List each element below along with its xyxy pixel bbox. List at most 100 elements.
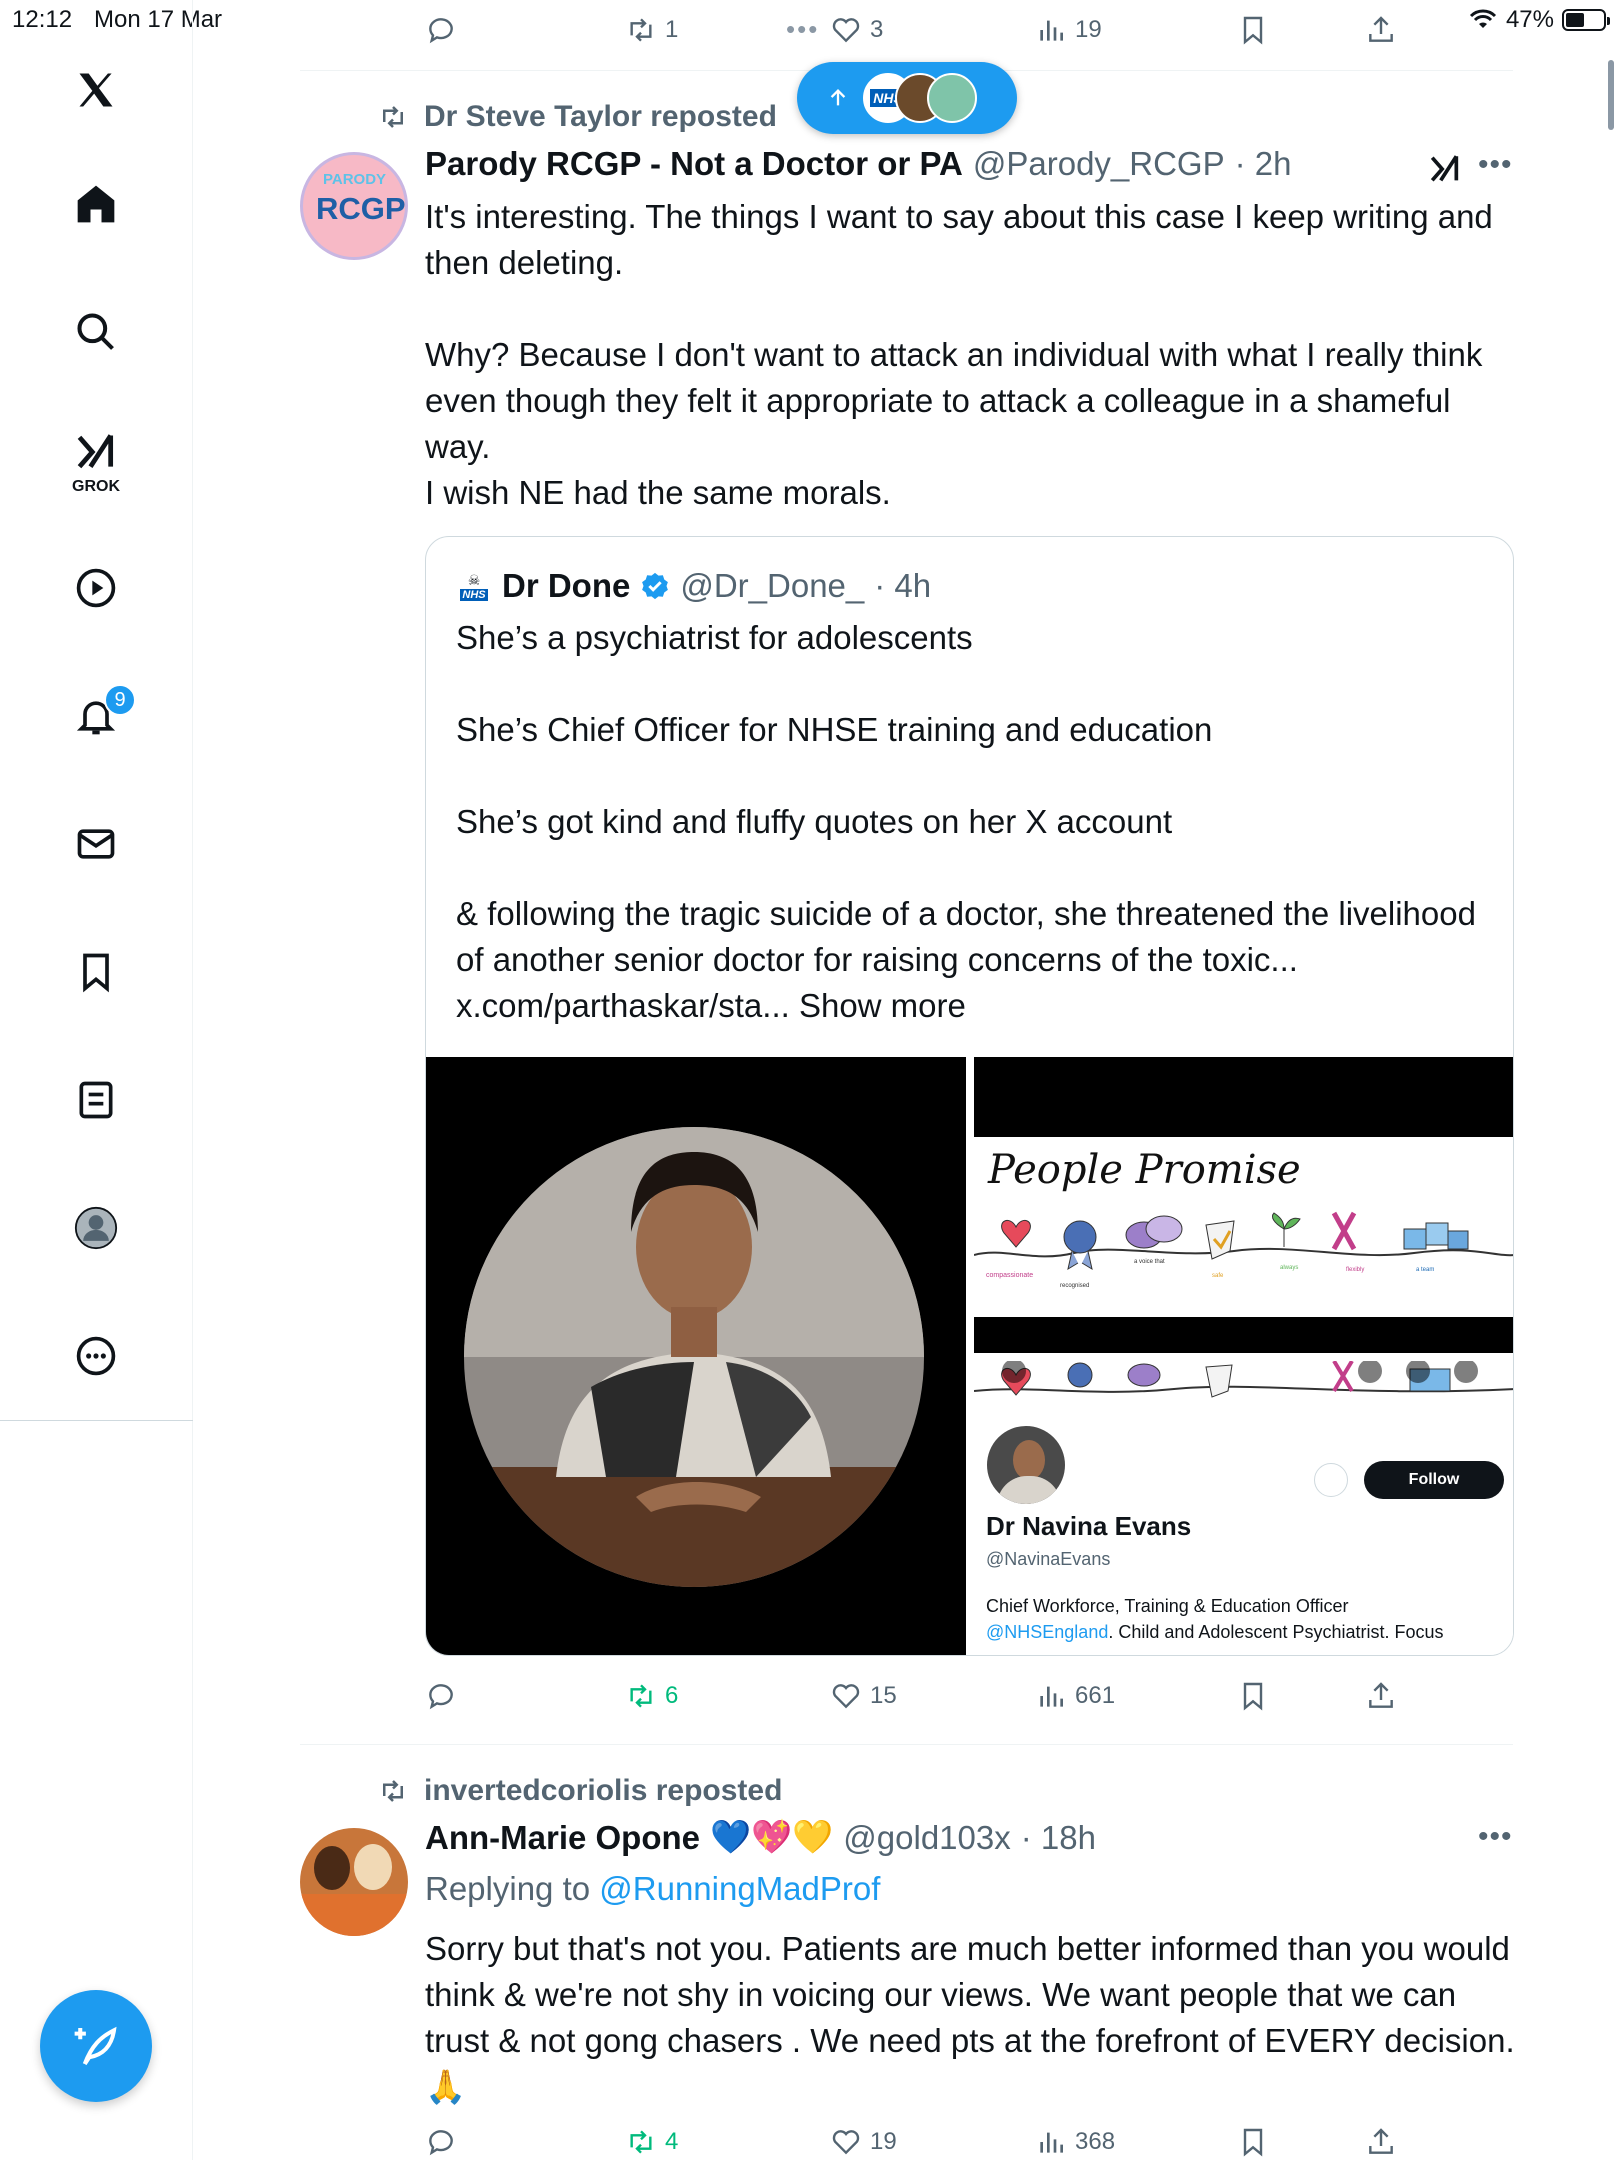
- profile-avatar: [984, 1423, 1068, 1507]
- tweet-body: It's interesting. The things I want to s…: [425, 198, 1493, 511]
- people-promise-banner: People Promise compassionate recognised …: [974, 1137, 1513, 1317]
- quote-header: ☠ NHS Dr Done @Dr_Done_ · 4h: [456, 567, 931, 605]
- reposted-by[interactable]: Dr Steve Taylor reposted: [424, 100, 777, 134]
- media-image-people-promise[interactable]: People Promise compassionate recognised …: [974, 1057, 1513, 1353]
- replying-to-link[interactable]: @RunningMadProf: [599, 1870, 880, 1907]
- reply-button[interactable]: [425, 1676, 457, 1716]
- media-image-profile[interactable]: Follow Dr Navina Evans @NavinaEvans Chie…: [974, 1361, 1513, 1655]
- grok-label: GROK: [72, 478, 120, 495]
- more-icon[interactable]: [64, 1324, 128, 1388]
- profile-bio: Chief Workforce, Training & Education Of…: [986, 1593, 1506, 1645]
- quote-time[interactable]: · 4h: [874, 567, 931, 605]
- profile-banner: [974, 1361, 1513, 1398]
- avatar[interactable]: [300, 1828, 408, 1936]
- quote-paragraph-1: She’s a psychiatrist for adolescents: [456, 619, 973, 656]
- author-name[interactable]: Parody RCGP - Not a Doctor or PA: [425, 145, 963, 183]
- share-icon: [1369, 2128, 1393, 2154]
- views-icon: [1040, 1686, 1063, 1707]
- reply-button[interactable]: [425, 2122, 457, 2160]
- media-image-portrait[interactable]: [426, 1057, 966, 1655]
- bookmarks-icon[interactable]: [64, 940, 128, 1004]
- wifi-icon: [1469, 9, 1497, 28]
- quote-avatar[interactable]: ☠ NHS: [456, 568, 492, 604]
- home-icon[interactable]: [64, 172, 128, 236]
- profile-icon[interactable]: [64, 1196, 128, 1260]
- share-button[interactable]: [1365, 10, 1397, 50]
- bookmark-icon: [1243, 16, 1263, 45]
- quote-paragraph-2: She’s Chief Officer for NHSE training an…: [456, 711, 1213, 748]
- views-button[interactable]: 19: [1035, 10, 1102, 50]
- avatar-rcgp-label: RCGP: [316, 191, 406, 226]
- repost-icon: [383, 1780, 403, 1802]
- repost-count: 1: [665, 16, 679, 43]
- grok-icon[interactable]: [64, 420, 128, 484]
- author-handle[interactable]: @gold103x: [843, 1819, 1010, 1857]
- repost-button[interactable]: 1: [625, 10, 678, 50]
- author-name[interactable]: Ann-Marie Opone: [425, 1819, 700, 1857]
- share-icon: [1369, 16, 1393, 42]
- divider: [300, 1744, 1513, 1745]
- follow-button[interactable]: Follow: [1364, 1461, 1504, 1499]
- profile-handle: @NavinaEvans: [986, 1549, 1111, 1569]
- views-button[interactable]: 368: [1035, 2122, 1115, 2160]
- more-options-icon[interactable]: •••: [1478, 148, 1513, 182]
- x-logo-icon[interactable]: [64, 58, 128, 122]
- views-count: 368: [1075, 2128, 1116, 2155]
- video-icon[interactable]: [64, 556, 128, 620]
- avatar[interactable]: PARODY RCGP: [300, 152, 408, 260]
- top-action-bar: 1 3 19: [425, 10, 1425, 50]
- battery-icon: [1562, 9, 1610, 31]
- more-options-icon[interactable]: •••: [1478, 1820, 1513, 1854]
- share-icon: [1369, 1682, 1393, 1708]
- author-handle[interactable]: @Parody_RCGP: [973, 145, 1225, 183]
- gift-icon[interactable]: [1314, 1463, 1348, 1497]
- repost-icon: [383, 106, 403, 128]
- search-icon[interactable]: [64, 300, 128, 364]
- share-button[interactable]: [1365, 2122, 1397, 2160]
- multitask-dots[interactable]: •••: [786, 14, 819, 45]
- svg-text:always: always: [1280, 1265, 1298, 1271]
- new-posts-pill[interactable]: NHS: [797, 62, 1017, 134]
- tweet-time[interactable]: · 18h: [1021, 1819, 1096, 1857]
- lists-icon[interactable]: [64, 1068, 128, 1132]
- tweet-text: It's interesting. The things I want to s…: [425, 194, 1515, 516]
- repost-button[interactable]: 4: [625, 2122, 678, 2160]
- views-icon: [1040, 20, 1063, 41]
- repost-button[interactable]: 6: [625, 1676, 678, 1716]
- portrait-photo: [464, 1127, 924, 1587]
- views-count: 19: [1075, 16, 1102, 43]
- tweet-time[interactable]: · 2h: [1235, 145, 1292, 183]
- compose-feather-icon: [74, 2026, 117, 2066]
- views-button[interactable]: 661: [1035, 1676, 1115, 1716]
- scrollbar[interactable]: [1608, 60, 1614, 130]
- compose-button[interactable]: [40, 1990, 152, 2102]
- author-emojis: 💙💖💛: [710, 1818, 834, 1855]
- quote-handle[interactable]: @Dr_Done_: [680, 567, 864, 605]
- grok-explain-icon[interactable]: [1428, 152, 1462, 186]
- messages-icon[interactable]: [64, 812, 128, 876]
- bookmark-button[interactable]: [1237, 10, 1269, 50]
- like-count: 15: [870, 1682, 897, 1709]
- heart-icon: [832, 2130, 860, 2155]
- quoted-tweet[interactable]: ☠ NHS Dr Done @Dr_Done_ · 4h She’s a psy…: [425, 536, 1514, 1656]
- tweet-text: Sorry but that's not you. Patients are m…: [425, 1926, 1515, 2110]
- like-button[interactable]: 19: [830, 2122, 897, 2160]
- share-button[interactable]: [1365, 1676, 1397, 1716]
- quote-paragraph-4: & following the tragic suicide of a doct…: [456, 895, 1476, 1024]
- like-button[interactable]: 3: [830, 10, 883, 50]
- svg-text:recognised: recognised: [1060, 1283, 1089, 1289]
- reply-button[interactable]: [425, 10, 457, 50]
- svg-text:compassionate: compassionate: [986, 1272, 1033, 1279]
- like-count: 3: [870, 16, 884, 43]
- bookmark-button[interactable]: [1237, 1676, 1269, 1716]
- like-button[interactable]: 15: [830, 1676, 897, 1716]
- reposted-by[interactable]: invertedcoriolis reposted: [424, 1774, 782, 1808]
- reply-icon: [429, 18, 453, 44]
- bookmark-button[interactable]: [1237, 2122, 1269, 2160]
- svg-text:a team: a team: [1416, 1267, 1434, 1273]
- repost-indicator: invertedcoriolis reposted: [378, 1774, 782, 1808]
- reply-icon: [429, 2130, 453, 2156]
- quote-author-name[interactable]: Dr Done: [502, 567, 630, 605]
- profile-bio-line-1: Chief Workforce, Training & Education Of…: [986, 1596, 1349, 1616]
- replying-prefix: Replying to: [425, 1870, 600, 1907]
